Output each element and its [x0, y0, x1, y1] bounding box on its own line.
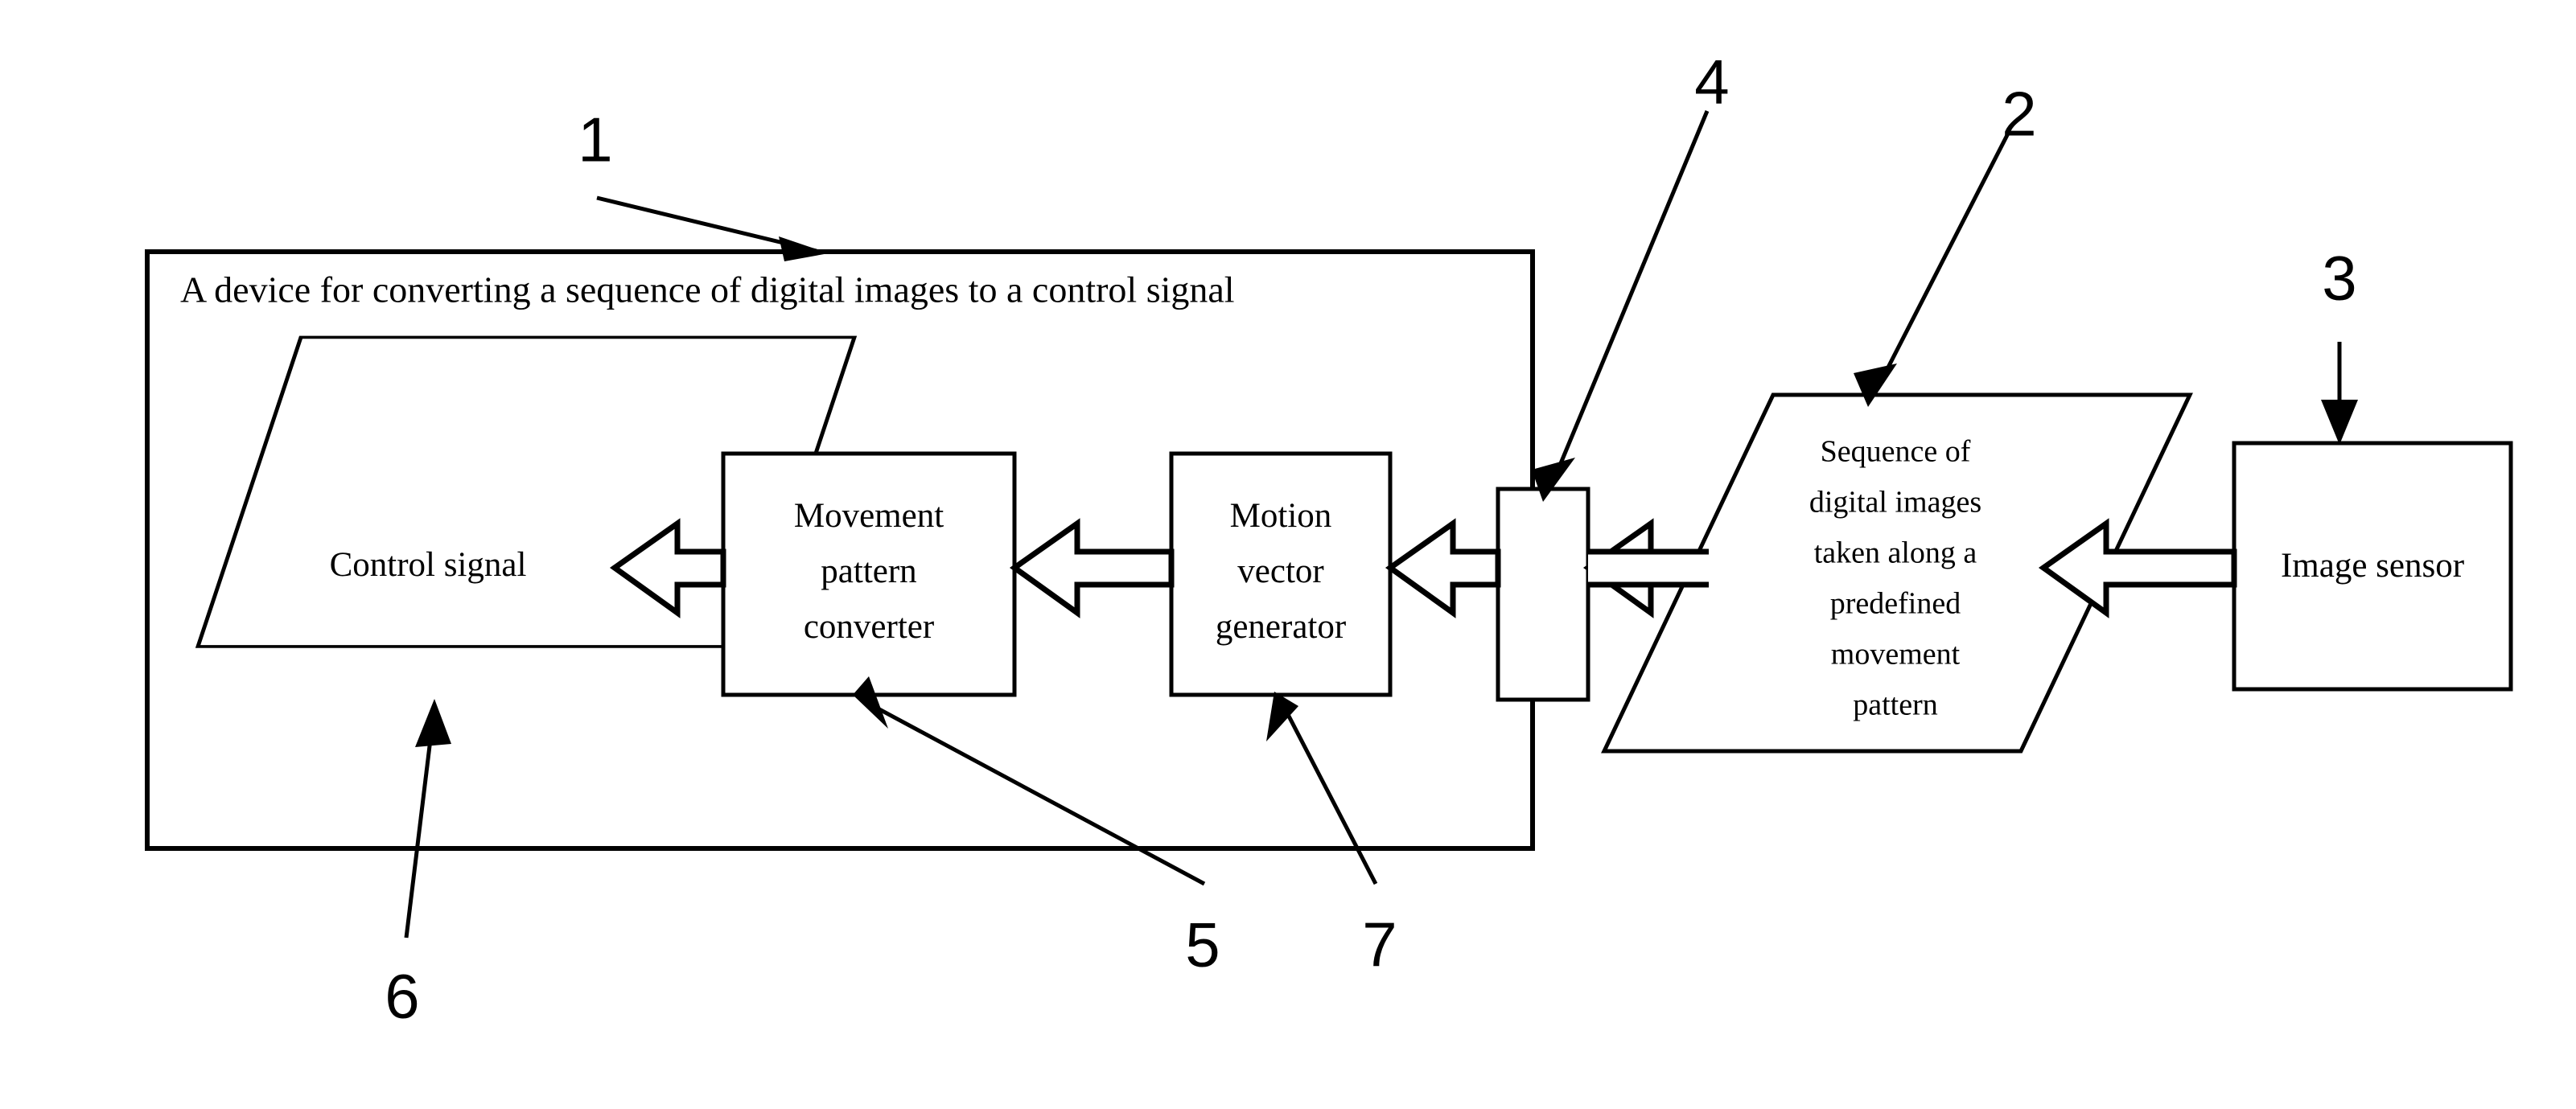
arrow-motion-vector-to-movement-pattern-icon — [1009, 518, 1175, 618]
reference-numeral-1: 1 — [578, 105, 612, 175]
motion-vector-generator-line2: vector — [1237, 552, 1323, 590]
sequence-of-images-line4: predefined — [1830, 587, 1961, 621]
interface-box — [1496, 487, 1590, 702]
image-sensor-label: Image sensor — [2281, 547, 2464, 585]
leader-line-4 — [1549, 110, 1710, 487]
patent-figure: A device for converting a sequence of di… — [0, 0, 2576, 1109]
motion-vector-generator-line1: Motion — [1230, 497, 1332, 535]
leader-line-5 — [867, 701, 1206, 886]
figure-canvas: A device for converting a sequence of di… — [145, 47, 2513, 1032]
movement-pattern-converter-line2: pattern — [821, 552, 916, 590]
reference-numeral-6: 6 — [385, 961, 419, 1032]
leader-line-2 — [1874, 132, 2010, 392]
reference-numeral-3: 3 — [2322, 243, 2356, 314]
control-signal-label: Control signal — [330, 546, 527, 584]
sequence-of-images-line1: Sequence of — [1821, 435, 1971, 469]
sequence-of-images-line6: pattern — [1853, 688, 1938, 722]
arrow-interface-to-motion-vector-icon — [1385, 518, 1501, 618]
leader-arrowhead-7 — [1266, 692, 1298, 741]
sequence-of-images-line2: digital images — [1809, 486, 1981, 520]
leader-line-7 — [1280, 702, 1378, 885]
leader-arrowhead-1 — [779, 236, 829, 261]
movement-pattern-converter-line1: Movement — [794, 497, 944, 535]
leader-arrowhead-3 — [2321, 400, 2358, 445]
sequence-of-images-line5: movement — [1831, 638, 1961, 672]
reference-numeral-4: 4 — [1694, 47, 1729, 117]
leader-line-6 — [404, 725, 434, 939]
sequence-of-images-line3: taken along a — [1814, 536, 1977, 570]
device-title: A device for converting a sequence of di… — [180, 269, 1235, 310]
reference-numeral-7: 7 — [1362, 910, 1397, 980]
arrow-shaft-sequence-interface-fill — [1588, 552, 1709, 585]
reference-numeral-5: 5 — [1185, 910, 1220, 980]
movement-pattern-converter-line3: converter — [804, 608, 934, 646]
reference-numeral-2: 2 — [2002, 79, 2036, 150]
leader-arrowhead-6 — [415, 699, 451, 747]
motion-vector-generator-line3: generator — [1216, 608, 1346, 646]
